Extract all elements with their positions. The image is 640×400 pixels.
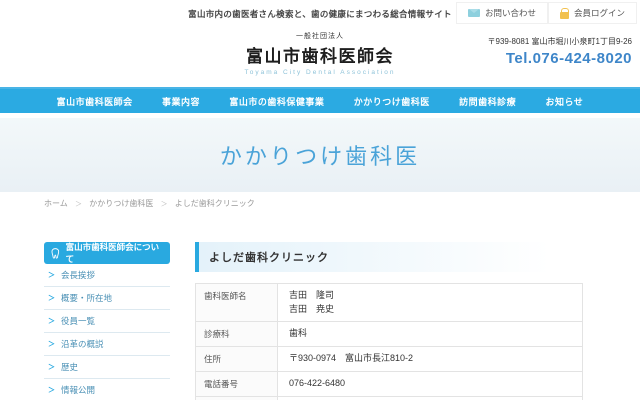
mail-icon bbox=[468, 9, 480, 17]
sidebar-header-about[interactable]: 富山市歯科医師会について bbox=[44, 242, 170, 264]
sidebar-item-label: 沿革の概説 bbox=[61, 338, 104, 350]
nav-item-family-dentist[interactable]: かかりつけ歯科医 bbox=[354, 95, 430, 108]
table-row-phone: 電話番号 076-422-6480 bbox=[196, 372, 583, 397]
chevron-right-icon: ＞ bbox=[48, 385, 55, 395]
chevron-right-icon: ＞ bbox=[48, 316, 55, 326]
site-subtitle-en: Toyama City Dental Association bbox=[0, 69, 640, 76]
table-row-department: 診療科 歯科 bbox=[196, 322, 583, 347]
sidebar-item-overview-location[interactable]: ＞ 概要・所在地 bbox=[44, 287, 170, 310]
clinic-name-heading: よしだ歯科クリニック bbox=[195, 242, 612, 272]
contact-button-label: お問い合わせ bbox=[485, 7, 536, 19]
row-label: 歯科医師名 bbox=[196, 284, 278, 322]
sidebar: 富山市歯科医師会について ＞ 会長挨拶 ＞ 概要・所在地 ＞ 役員一覧 ＞ 沿革… bbox=[44, 242, 170, 400]
chevron-right-icon: ＞ bbox=[48, 339, 55, 349]
table-row-address: 住所 〒930-0974 富山市長江810-2 bbox=[196, 347, 583, 372]
header-contact: 〒939-8081 富山市堀川小泉町1丁目9-26 Tel.076-424-80… bbox=[488, 36, 633, 67]
nav-item-visiting-dental-care[interactable]: 訪問歯科診療 bbox=[459, 95, 516, 108]
topbar-buttons: お問い合わせ 会員ログイン bbox=[456, 2, 637, 24]
lock-icon bbox=[560, 12, 569, 19]
chevron-right-icon: ＞ bbox=[48, 293, 55, 303]
row-label: 診療時間 bbox=[196, 397, 278, 400]
hero-banner: かかりつけ歯科医 bbox=[0, 118, 640, 192]
row-value: 9:00～13:00 14:00～19:00 土 9:00～13:00 14:0… bbox=[278, 397, 583, 400]
sidebar-item-information-disclosure[interactable]: ＞ 情報公開 bbox=[44, 379, 170, 400]
site-header: 一般社団法人 富山市歯科医師会 Toyama City Dental Assoc… bbox=[0, 26, 640, 87]
sidebar-item-label: 役員一覧 bbox=[61, 315, 95, 327]
chevron-right-icon: ＞ bbox=[48, 270, 55, 280]
sidebar-item-label: 歴史 bbox=[61, 361, 78, 373]
row-label: 住所 bbox=[196, 347, 278, 372]
sidebar-header-label: 富山市歯科医師会について bbox=[66, 241, 164, 265]
sidebar-item-label: 情報公開 bbox=[61, 384, 95, 396]
row-label: 診療科 bbox=[196, 322, 278, 347]
table-row-hours: 診療時間 9:00～13:00 14:00～19:00 土 9:00～13:00… bbox=[196, 397, 583, 400]
sidebar-item-president-greeting[interactable]: ＞ 会長挨拶 bbox=[44, 264, 170, 287]
sidebar-item-history-outline[interactable]: ＞ 沿革の概説 bbox=[44, 333, 170, 356]
page-title: かかりつけ歯科医 bbox=[220, 139, 420, 171]
clinic-info-table: 歯科医師名 吉田 隆司 吉田 尭史 診療科 歯科 住所 〒930-0974 富山… bbox=[195, 283, 583, 400]
main-content: よしだ歯科クリニック 歯科医師名 吉田 隆司 吉田 尭史 診療科 歯科 住所 〒… bbox=[195, 242, 612, 400]
row-value: 吉田 隆司 吉田 尭史 bbox=[278, 284, 583, 322]
global-nav: 富山市歯科医師会 事業内容 富山市の歯科保健事業 かかりつけ歯科医 訪問歯科診療… bbox=[0, 87, 640, 113]
chevron-right-icon: ＞ bbox=[48, 362, 55, 372]
breadcrumb: ホーム ＞ かかりつけ歯科医 ＞ よしだ歯科クリニック bbox=[0, 192, 640, 209]
telephone-number: Tel.076-424-8020 bbox=[488, 50, 633, 67]
top-utility-bar: 富山市内の歯医者さん検索と、歯の健康にまつわる総合情報サイト お問い合わせ 会員… bbox=[0, 0, 640, 26]
breadcrumb-separator: ＞ bbox=[75, 201, 82, 208]
dentist-name-2: 吉田 尭史 bbox=[289, 303, 571, 317]
row-label: 電話番号 bbox=[196, 372, 278, 397]
row-value: 歯科 bbox=[278, 322, 583, 347]
sidebar-item-label: 概要・所在地 bbox=[61, 292, 112, 304]
content-area: 富山市歯科医師会について ＞ 会長挨拶 ＞ 概要・所在地 ＞ 役員一覧 ＞ 沿革… bbox=[44, 242, 612, 400]
row-value: 〒930-0974 富山市長江810-2 bbox=[278, 347, 583, 372]
sidebar-item-label: 会長挨拶 bbox=[61, 269, 95, 281]
breadcrumb-family-dentist[interactable]: かかりつけ歯科医 bbox=[89, 199, 153, 208]
nav-item-services[interactable]: 事業内容 bbox=[162, 95, 200, 108]
sidebar-item-officers-list[interactable]: ＞ 役員一覧 bbox=[44, 310, 170, 333]
nav-item-association[interactable]: 富山市歯科医師会 bbox=[57, 95, 133, 108]
nav-item-dental-health-programs[interactable]: 富山市の歯科保健事業 bbox=[229, 95, 324, 108]
member-login-label: 会員ログイン bbox=[574, 7, 625, 19]
member-login-button[interactable]: 会員ログイン bbox=[548, 2, 637, 24]
breadcrumb-home[interactable]: ホーム bbox=[44, 199, 68, 208]
table-row-dentist-names: 歯科医師名 吉田 隆司 吉田 尭史 bbox=[196, 284, 583, 322]
contact-button[interactable]: お問い合わせ bbox=[456, 2, 548, 24]
breadcrumb-current: よしだ歯科クリニック bbox=[175, 199, 255, 208]
tooth-icon bbox=[50, 247, 61, 260]
row-value: 076-422-6480 bbox=[278, 372, 583, 397]
nav-item-news[interactable]: お知らせ bbox=[545, 95, 583, 108]
breadcrumb-separator: ＞ bbox=[161, 201, 168, 208]
dentist-name-1: 吉田 隆司 bbox=[289, 289, 571, 303]
sidebar-item-history[interactable]: ＞ 歴史 bbox=[44, 356, 170, 379]
postal-address: 〒939-8081 富山市堀川小泉町1丁目9-26 bbox=[488, 36, 633, 47]
